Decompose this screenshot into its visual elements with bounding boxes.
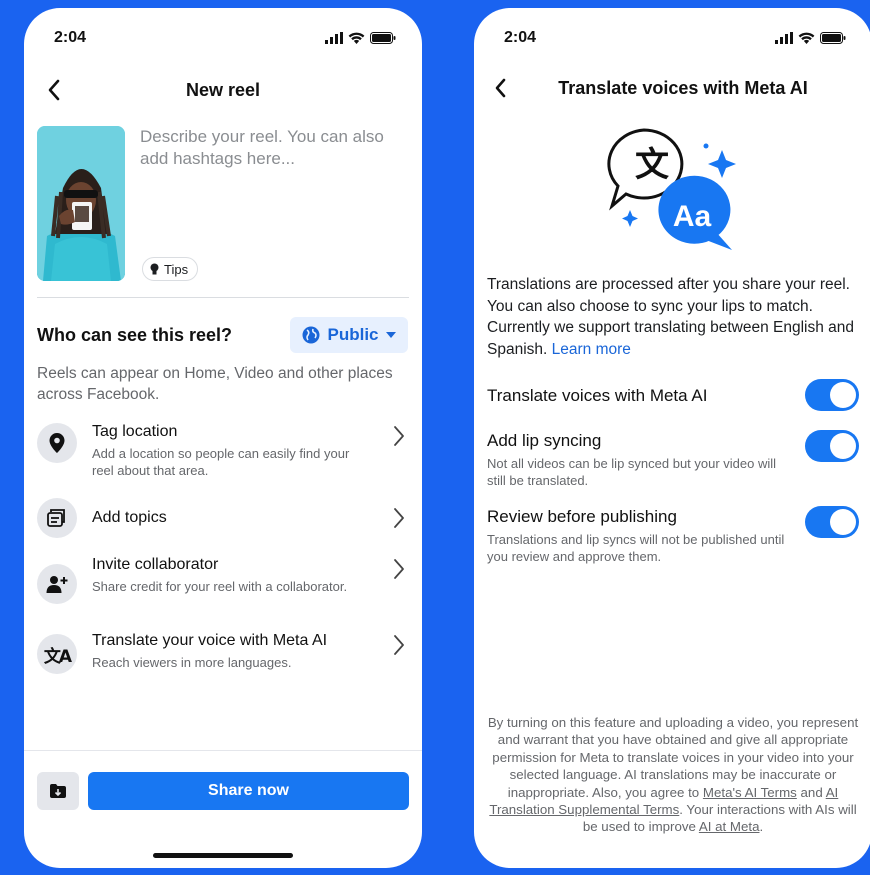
audience-heading: Who can see this reel? — [37, 325, 233, 345]
latin-glyph: Aa — [673, 200, 712, 233]
status-icons — [775, 32, 846, 44]
toggle-subtitle: Not all videos can be lip synced but you… — [487, 456, 777, 488]
status-icons — [325, 32, 396, 44]
nav-bar: Translate voices with Meta AI — [474, 64, 870, 112]
translate-settings-screen: 2:04 Translate voices with Meta AI 文 Aa … — [474, 8, 870, 868]
share-now-button[interactable]: Share now — [88, 772, 409, 810]
review-before-publishing-setting: Review before publishing Translations an… — [487, 506, 859, 565]
chevron-right-icon — [394, 508, 404, 528]
status-time: 2:04 — [54, 29, 87, 46]
option-title: Invite collaborator — [92, 556, 219, 573]
translation-info: Translations are processed after you sha… — [487, 274, 859, 360]
translation-bubbles-illustration: 文 Aa — [607, 128, 736, 250]
status-bar: 2:04 — [54, 26, 396, 50]
option-subtitle: Add a location so people can easily find… — [92, 446, 350, 478]
chevron-right-icon — [394, 426, 404, 446]
toggle-title: Add lip syncing — [487, 431, 602, 450]
home-indicator — [153, 853, 293, 858]
status-time: 2:04 — [504, 29, 537, 46]
sparkle-icon — [622, 210, 638, 227]
chevron-right-icon — [394, 635, 404, 655]
battery-icon — [370, 32, 396, 44]
download-folder-icon — [50, 784, 66, 798]
location-pin-icon — [49, 433, 65, 453]
topics-icon — [47, 509, 65, 527]
chevron-right-icon — [394, 559, 404, 579]
page-title: New reel — [185, 80, 261, 100]
lip-sync-toggle[interactable] — [805, 430, 859, 462]
audience-note: Reels can appear on Home, Video and othe… — [37, 365, 393, 403]
review-before-publishing-toggle[interactable] — [805, 506, 859, 538]
option-subtitle: Share credit for your reel with a collab… — [92, 579, 348, 594]
wifi-icon — [348, 32, 365, 44]
save-draft-button[interactable] — [37, 772, 79, 810]
learn-more-link[interactable]: Learn more — [552, 341, 631, 358]
legal-text: and — [800, 784, 823, 800]
option-subtitle: Reach viewers in more languages. — [92, 655, 292, 670]
tips-button[interactable]: Tips — [142, 257, 199, 281]
video-thumbnail-art — [37, 126, 125, 281]
nav-bar: New reel — [24, 66, 422, 114]
invite-collaborator-option[interactable]: Invite collaborator Share credit for you… — [37, 556, 409, 616]
legal-text: . — [759, 819, 764, 835]
new-reel-screen: 2:04 New reel Describe your reel. You ca… — [24, 8, 422, 868]
translate-voices-toggle[interactable] — [805, 379, 859, 411]
option-title: Add topics — [92, 509, 167, 526]
ai-at-meta-link[interactable]: AI at Meta — [699, 819, 760, 834]
add-topics-option[interactable]: Add topics — [37, 498, 409, 558]
sparkle-icon — [708, 150, 736, 178]
cjk-glyph: 文 — [635, 145, 669, 185]
page-title: Translate voices with Meta AI — [558, 78, 808, 98]
toggle-subtitle: Translations and lip syncs will not be p… — [487, 532, 785, 564]
option-title: Translate your voice with Meta AI — [92, 632, 328, 649]
translate-icon: 文A — [43, 646, 72, 667]
tag-location-option[interactable]: Tag location Add a location so people ca… — [37, 423, 409, 483]
cellular-signal-icon — [325, 32, 343, 44]
toggle-title: Translate voices with Meta AI — [487, 386, 708, 405]
lip-sync-setting: Add lip syncing Not all videos can be li… — [487, 430, 859, 489]
wifi-icon — [798, 32, 815, 44]
cellular-signal-icon — [775, 32, 793, 44]
globe-icon — [302, 326, 320, 344]
caret-down-icon — [385, 332, 396, 338]
sparkle-dot — [703, 143, 709, 149]
tips-label: Tips — [164, 261, 189, 277]
audience-value: Public — [327, 325, 379, 344]
divider — [24, 750, 422, 751]
translation-info-text: Translations are processed after you sha… — [487, 276, 855, 358]
toggle-title: Review before publishing — [487, 507, 677, 526]
option-title: Tag location — [92, 423, 178, 440]
legal-disclaimer: By turning on this feature and uploading… — [487, 714, 859, 836]
audience-selector[interactable]: Public — [290, 317, 408, 353]
status-bar: 2:04 — [504, 26, 846, 50]
add-person-icon — [46, 576, 68, 593]
lightbulb-icon — [150, 263, 159, 274]
video-thumbnail[interactable] — [37, 126, 125, 281]
meta-ai-terms-link[interactable]: Meta's AI Terms — [703, 785, 797, 800]
translate-voices-setting: Translate voices with Meta AI — [487, 379, 859, 411]
battery-icon — [820, 32, 846, 44]
divider — [37, 297, 409, 298]
reel-description-input[interactable]: Describe your reel. You can also add has… — [140, 126, 410, 170]
translate-voice-option[interactable]: 文A Translate your voice with Meta AI Rea… — [37, 632, 409, 692]
